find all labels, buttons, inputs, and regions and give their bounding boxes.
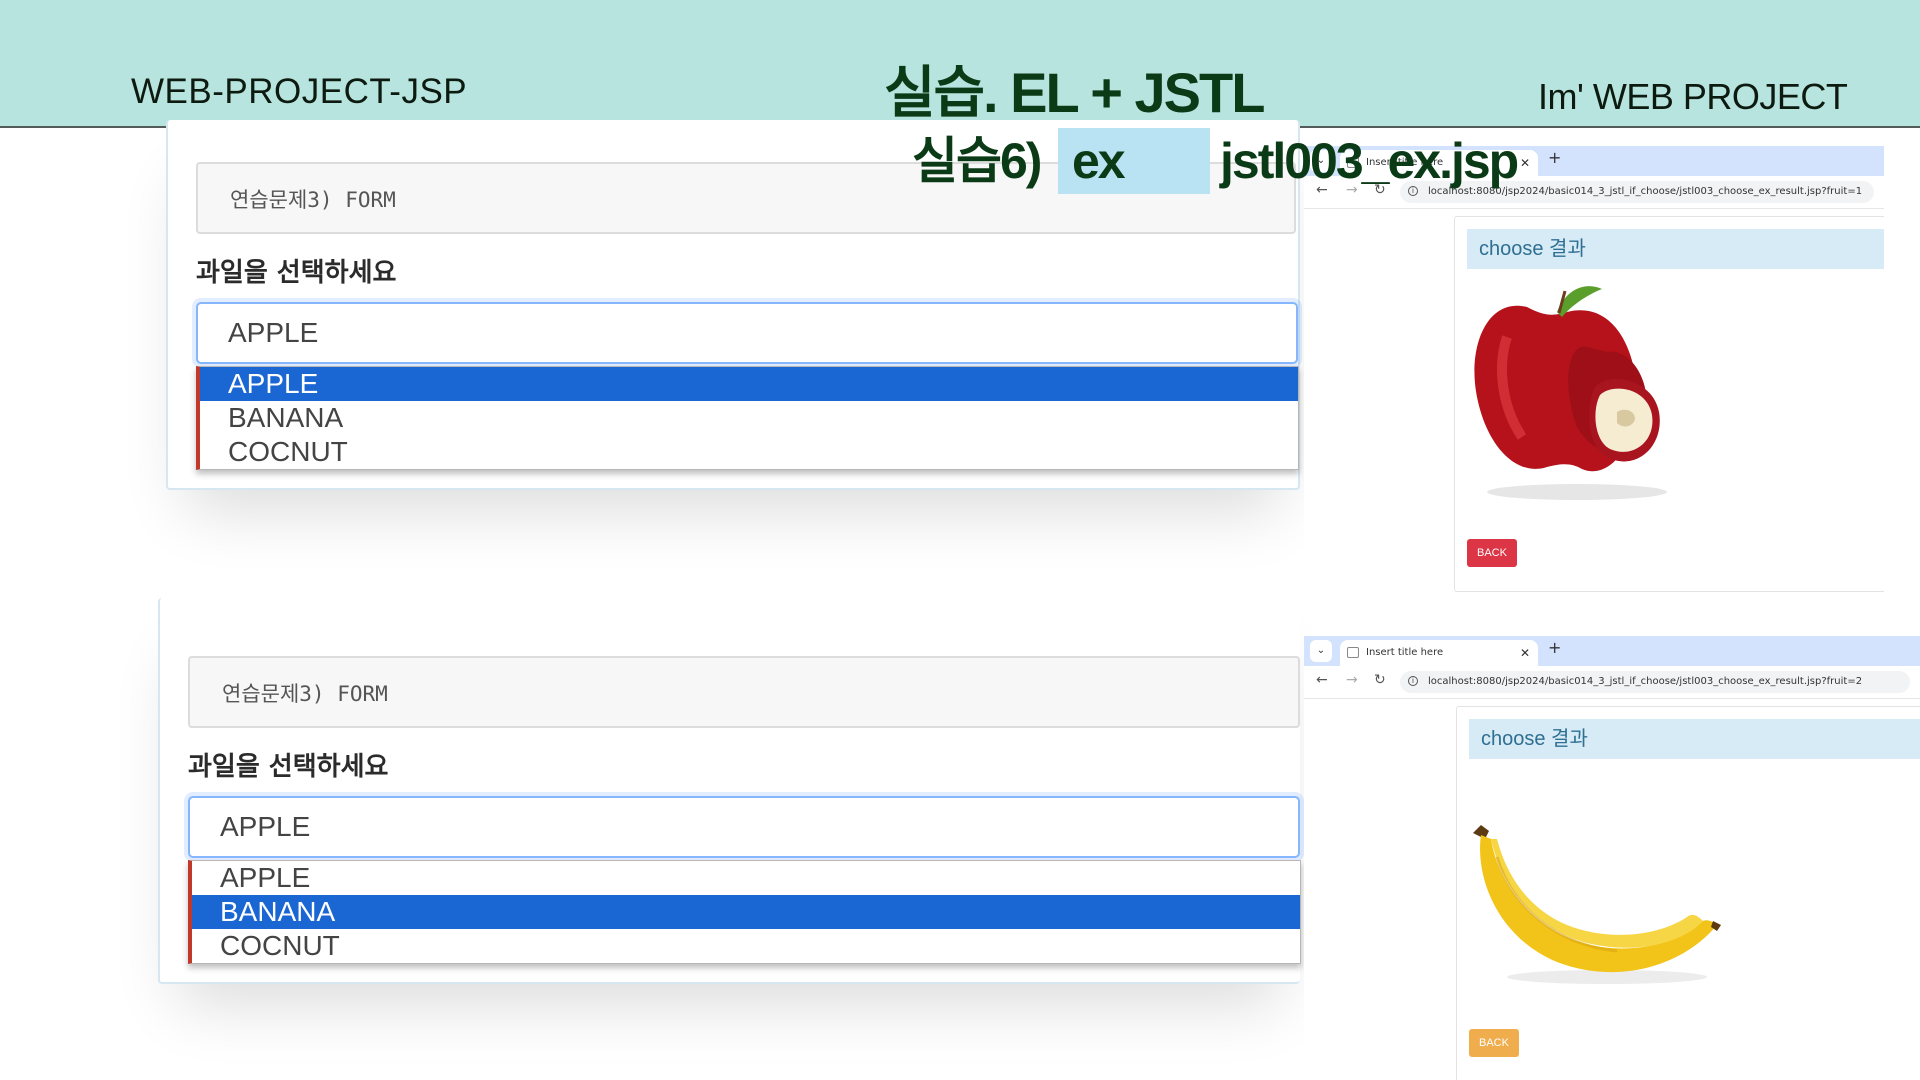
slide-title: 실습. EL + JSTL — [884, 61, 1265, 124]
address-bar: ← → ↻ i localhost:8080/jsp2024/basic014_… — [1304, 666, 1920, 699]
arrow-left-icon[interactable]: ← — [1316, 672, 1328, 688]
brand-right: Im' WEB PROJECT — [1538, 76, 1848, 117]
exercise-chip: ex — [1058, 128, 1210, 194]
option-cocnut[interactable]: COCNUT — [200, 435, 1298, 469]
fruit-select-label: 과일을 선택하세요 — [188, 752, 389, 782]
result-card: choose 결과 BACK — [1456, 706, 1920, 1080]
apple-image — [1474, 286, 1667, 500]
close-icon[interactable]: ✕ — [1520, 150, 1530, 176]
browser-tab[interactable]: Insert title here ✕ — [1340, 640, 1538, 666]
fruit-options-dropdown: APPLE BANANA COCNUT — [188, 860, 1301, 964]
option-banana[interactable]: BANANA — [200, 401, 1298, 435]
reload-icon[interactable]: ↻ — [1374, 672, 1386, 688]
page-favicon-icon — [1347, 647, 1359, 658]
arrow-right-icon[interactable]: → — [1346, 672, 1358, 688]
plus-icon[interactable]: + — [1548, 148, 1561, 167]
fruit-select[interactable]: APPLE — [196, 302, 1298, 364]
plus-icon[interactable]: + — [1548, 638, 1561, 657]
back-button[interactable]: BACK — [1469, 1029, 1519, 1057]
exercise-number: 실습6) — [912, 133, 1042, 189]
form-header: 연습문제3) FORM — [188, 656, 1300, 728]
browser-tab-bar: ⌄ Insert title here ✕ + — [1304, 636, 1920, 666]
exercise-file-name: jstl003_ex.jsp — [1220, 133, 1519, 189]
url-text: localhost:8080/jsp2024/basic014_3_jstl_i… — [1428, 676, 1863, 687]
tab-search-icon[interactable]: ⌄ — [1310, 640, 1332, 662]
result-card-title: choose 결과 — [1469, 719, 1920, 759]
back-button[interactable]: BACK — [1467, 539, 1517, 567]
banana-image — [1473, 825, 1721, 984]
option-banana[interactable]: BANANA — [192, 895, 1300, 929]
browser-window-apple: ⌄ Insert title here ✕ + ← → ↻ i localhos… — [1304, 146, 1884, 598]
site-info-icon[interactable]: i — [1408, 676, 1418, 686]
brand-left: WEB-PROJECT-JSP — [131, 72, 468, 111]
result-card: choose 결과 BACK — [1454, 216, 1884, 592]
option-apple[interactable]: APPLE — [200, 367, 1298, 401]
fruit-select-label: 과일을 선택하세요 — [196, 258, 397, 288]
browser-window-banana: ⌄ Insert title here ✕ + ← → ↻ i localhos… — [1304, 636, 1920, 1080]
fruit-options-dropdown: APPLE BANANA COCNUT — [196, 366, 1299, 470]
option-apple[interactable]: APPLE — [192, 861, 1300, 895]
url-field[interactable]: i localhost:8080/jsp2024/basic014_3_jstl… — [1400, 671, 1910, 693]
close-icon[interactable]: ✕ — [1520, 640, 1530, 666]
tab-title: Insert title here — [1366, 647, 1444, 658]
result-card-title: choose 결과 — [1467, 229, 1884, 269]
form-panel-2: 연습문제3) FORM 과일을 선택하세요 APPLE APPLE BANANA… — [158, 598, 1301, 984]
option-cocnut[interactable]: COCNUT — [192, 929, 1300, 963]
fruit-select[interactable]: APPLE — [188, 796, 1300, 858]
